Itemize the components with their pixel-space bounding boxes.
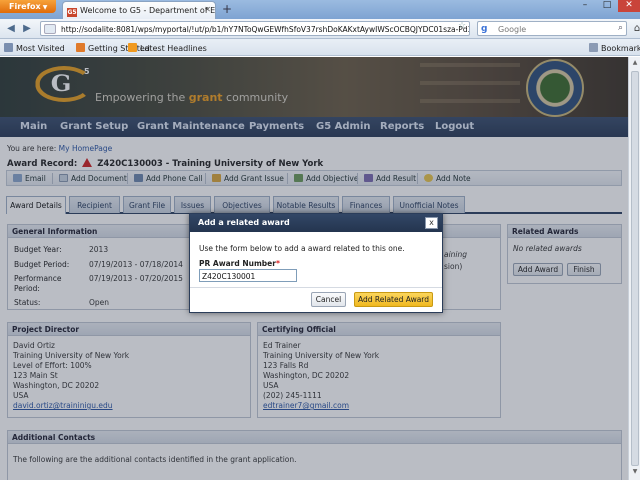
bookmark-most-visited[interactable]: Most Visited [4,43,65,53]
browser-tab[interactable]: G5Welcome to G5 - Department of Educati.… [62,1,216,19]
pr-award-number-label: PR Award Number* [199,259,280,268]
bookmarks-toolbar: Most Visited Getting Started Latest Head… [0,39,640,56]
home-icon[interactable]: ⌂ [630,22,640,36]
dialog-instructions: Use the form below to add a award relate… [199,244,405,253]
firefox-menu-button[interactable]: Firefox ▼ [0,0,56,13]
firefox-button-label: Firefox [9,2,41,11]
google-icon: g [481,24,488,34]
bookmark-latest-headlines[interactable]: Latest Headlines [128,43,207,53]
vertical-scrollbar[interactable]: ▲ ▼ [628,57,640,480]
forward-arrow-icon[interactable]: ▶ [20,22,34,36]
bookmark-icon [4,43,13,52]
new-tab-button[interactable]: + [220,2,234,17]
add-related-award-button[interactable]: Add Related Award [354,292,433,307]
address-bar[interactable]: http://sodalite:8081/wps/myportal/!ut/p/… [40,21,470,36]
required-marker: * [275,259,280,268]
bookmarks-icon [589,43,598,52]
scrollbar-thumb[interactable] [631,71,639,466]
page-content: G 5 Empowering the grant community Main … [0,57,628,480]
browser-tab-bar: Firefox ▼ G5 Welcome to G5 - Department of… [0,0,640,19]
scroll-up-icon[interactable]: ▲ [630,59,640,69]
search-input[interactable]: g Google ⌕ [477,21,627,36]
add-related-award-dialog: Add a related award x Use the form below… [189,213,443,313]
rss-icon [128,43,137,52]
firefox-icon [76,43,85,52]
dialog-title-text: Add a related award [198,218,290,227]
g5-favicon-icon: G5 [67,8,77,17]
cancel-button[interactable]: Cancel [311,292,346,307]
bookmarks-menu[interactable]: Bookmarks [589,43,640,53]
scroll-down-icon[interactable]: ▼ [630,468,640,478]
bookmark-label: Most Visited [16,44,65,53]
site-identity-icon [44,24,56,34]
url-text: http://sodalite:8081/wps/myportal/!ut/p/… [61,25,470,34]
browser-tab-title: Welcome to G5 - Department of Educati... [80,6,216,15]
bookmark-star-icon[interactable]: ☆ [458,21,466,31]
back-arrow-icon[interactable]: ◀ [4,22,18,36]
dialog-divider [190,287,442,288]
navigation-toolbar: ◀ ▶ http://sodalite:8081/wps/myportal/!u… [0,19,640,39]
bookmark-label: Latest Headlines [140,44,207,53]
search-placeholder: Google [498,25,527,34]
maximize-button[interactable]: □ [596,0,618,12]
chevron-down-icon: ▼ [42,4,48,11]
close-window-button[interactable]: ✕ [618,0,640,12]
minimize-button[interactable]: – [574,0,596,12]
close-tab-icon[interactable]: ✕ [204,5,211,14]
dialog-title: Add a related award [190,214,442,232]
pr-award-number-input[interactable] [199,269,297,282]
bookmarks-menu-label: Bookmarks [601,44,640,53]
search-icon[interactable]: ⌕ [618,23,623,33]
field-label-text: PR Award Number [199,259,276,268]
close-icon[interactable]: x [425,217,438,229]
